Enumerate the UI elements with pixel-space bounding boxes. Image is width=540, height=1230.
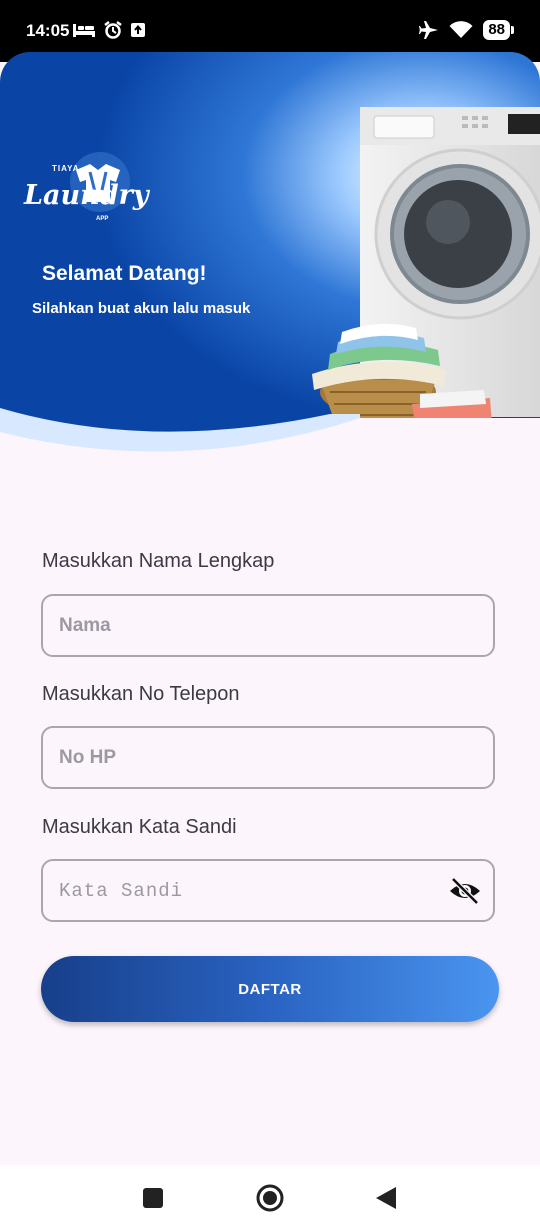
password-label: Masukkan Kata Sandi — [42, 816, 237, 838]
name-label: Masukkan Nama Lengkap — [42, 550, 275, 572]
home-circle-icon[interactable] — [255, 1183, 285, 1213]
phone-label: Masukkan No Telepon — [42, 683, 240, 705]
password-input[interactable] — [41, 859, 495, 922]
phone-input[interactable] — [41, 726, 495, 789]
brand-main-text: Laundry — [24, 180, 149, 211]
brand-sub-text: APP — [96, 216, 109, 222]
brand-top-text: TIAYA — [52, 164, 80, 173]
hero-banner: TIAYA Laundry APP Selamat Datang! Silahk… — [0, 52, 540, 462]
airplane-icon — [419, 21, 439, 39]
brand-logo: TIAYA Laundry APP — [22, 150, 149, 230]
welcome-subtitle: Silahkan buat akun lalu masuk — [32, 300, 251, 317]
name-input[interactable] — [41, 594, 495, 657]
bed-icon — [73, 24, 95, 37]
hero-illustration — [0, 52, 540, 462]
status-time: 14:05 — [26, 21, 70, 40]
register-button[interactable]: DAFTAR — [41, 956, 499, 1022]
recents-square-icon[interactable] — [142, 1187, 164, 1209]
upload-icon — [131, 23, 145, 37]
wifi-icon — [449, 21, 473, 38]
eye-off-icon[interactable] — [448, 876, 482, 906]
back-triangle-icon[interactable] — [374, 1185, 398, 1211]
alarm-icon — [104, 21, 122, 39]
welcome-title: Selamat Datang! — [42, 262, 207, 285]
battery-icon: 88 — [483, 20, 514, 40]
navigation-bar — [0, 1165, 540, 1230]
